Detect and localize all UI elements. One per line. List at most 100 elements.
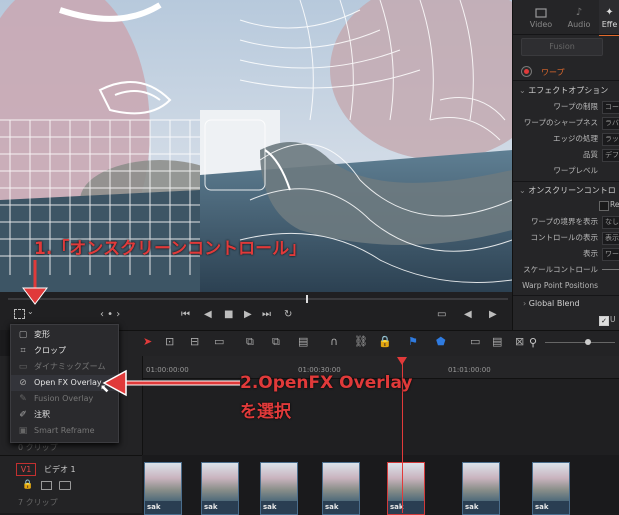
annotation-step1: 1.「オンスクリーンコントロール」	[34, 239, 307, 259]
zoom-full-icon[interactable]: ▭	[470, 335, 480, 348]
row-label: 品質	[583, 150, 598, 159]
clip-count-bottom: 7 クリップ	[18, 498, 58, 507]
annotation-step2-line2: を選択	[240, 402, 291, 422]
track-visibility-icon[interactable]	[59, 481, 71, 490]
onscreen-control-icon[interactable]	[14, 309, 25, 319]
row-value-field[interactable]: 表示	[602, 232, 619, 245]
chevron-down-icon[interactable]: ⌄	[27, 307, 34, 316]
tab-audio[interactable]: ♪ Audio	[561, 0, 597, 34]
clip-name: sak	[147, 503, 161, 511]
row-value-field[interactable]: ワー	[602, 248, 619, 261]
menu-item-label: Open FX Overlay	[34, 378, 102, 387]
next-edit-button[interactable]: ▶	[489, 309, 497, 320]
trim-tool-icon[interactable]: ⊡	[165, 335, 174, 348]
blade-tool-icon[interactable]: ▭	[214, 335, 224, 348]
clip-name: sak	[325, 503, 339, 511]
row-label: ワープのシャープネス	[523, 118, 598, 127]
timeline-clip-selected[interactable]: sak	[387, 462, 425, 515]
crop-icon: ⌗	[20, 346, 26, 356]
row-label: ワープレベル	[553, 166, 598, 175]
row-label: エッジの処理	[553, 134, 598, 143]
annotation-arrow-down	[22, 260, 48, 305]
selection-tool-icon[interactable]: ➤	[143, 335, 152, 348]
timeline-clip[interactable]: sak	[201, 462, 239, 515]
clip-name: sak	[263, 503, 277, 511]
viewer-scrubber[interactable]	[8, 295, 508, 303]
play-button[interactable]: ▶	[244, 309, 252, 320]
menu-item-transform[interactable]: ▢ 変形	[11, 327, 118, 343]
auto-select-icon[interactable]	[41, 481, 52, 490]
last-frame-button[interactable]: ⏭	[262, 309, 271, 320]
nav-dots-icon[interactable]: ‹ • ›	[100, 309, 120, 320]
insert-clip-icon[interactable]: ⧉	[246, 335, 254, 349]
zoom-slider[interactable]	[545, 339, 615, 345]
menu-item-crop[interactable]: ⌗ クロップ	[11, 343, 118, 359]
fusion-overlay-icon: ✎	[19, 394, 27, 404]
section-onscreen-controls[interactable]: ⌄ オンスクリーンコントロ	[519, 185, 616, 196]
openfx-overlay-icon: ⊘	[19, 378, 27, 388]
track-label-v1[interactable]: V1	[16, 463, 36, 476]
audio-icon: ♪	[575, 7, 583, 18]
flag-icon[interactable]: ⚑	[408, 335, 418, 348]
zoom-detail-icon[interactable]: ▤	[492, 335, 502, 348]
section-effect-options-label: エフェクトオプション	[528, 86, 609, 95]
row-label: 表示	[583, 249, 598, 258]
row-value-field[interactable]: ラッ	[602, 133, 619, 146]
re-checkbox[interactable]	[599, 201, 609, 211]
tab-audio-label: Audio	[567, 20, 591, 29]
row-label: コントロールの表示	[530, 233, 599, 242]
prev-edit-button[interactable]: ◀	[464, 309, 472, 320]
row-value-field[interactable]: コー	[602, 101, 619, 114]
inspector-panel: Video ♪ Audio ✦ Effe Fusion ワープ ⌄ エフェクトオ…	[512, 0, 619, 330]
loop-button[interactable]: ↻	[284, 309, 292, 320]
dynamic-zoom-icon: ▭	[18, 362, 28, 372]
match-frame-button[interactable]: ▭	[437, 309, 446, 320]
tab-effects[interactable]: ✦ Effe	[599, 0, 619, 36]
row-label: ワープの制限	[553, 102, 598, 111]
overwrite-clip-icon[interactable]: ⧉	[272, 335, 280, 349]
timeline-clip[interactable]: sak	[532, 462, 570, 515]
menu-item-smart-reframe[interactable]: ▣ Smart Reframe	[11, 423, 118, 439]
fusion-button[interactable]: Fusion	[521, 38, 603, 56]
timeline-clip[interactable]: sak	[260, 462, 298, 515]
row-value-field[interactable]: なし	[602, 216, 619, 229]
track-lock-icon[interactable]: 🔒	[22, 480, 33, 490]
dynamic-trim-icon[interactable]: ⊟	[190, 335, 199, 348]
replace-clip-icon[interactable]: ▤	[298, 335, 308, 348]
row-value-field[interactable]: デフ	[602, 149, 619, 162]
clip-name: sak	[204, 503, 218, 511]
menu-item-annotation[interactable]: ✐ 注釈	[11, 407, 118, 423]
section-onscreen-controls-label: オンスクリーンコントロ	[528, 186, 616, 195]
row-warp-level[interactable]: ワープレベル	[513, 164, 619, 178]
tab-video[interactable]: Video	[523, 0, 559, 34]
effect-enable-toggle[interactable]	[521, 66, 532, 77]
play-reverse-button[interactable]: ◀	[204, 309, 212, 320]
section-effect-options[interactable]: ⌄ エフェクトオプション	[519, 85, 608, 96]
zoom-search-icon[interactable]: ⚲	[529, 336, 537, 349]
marker-icon[interactable]: ⬟	[436, 335, 446, 348]
row-warp-point-positions[interactable]: Warp Point Positions	[513, 279, 619, 293]
tab-video-label: Video	[529, 20, 553, 29]
menu-item-label: クロップ	[34, 346, 66, 355]
effects-icon: ✦	[605, 7, 614, 18]
re-label: Re	[610, 200, 619, 209]
playhead-handle[interactable]	[397, 357, 407, 365]
snapping-icon[interactable]: ∩	[330, 335, 338, 348]
row-value-field[interactable]: ラバ	[602, 117, 619, 130]
zoom-custom-icon[interactable]: ⊠	[515, 335, 524, 348]
row-scale-control[interactable]: スケールコントロール	[513, 263, 619, 277]
timeline-clip[interactable]: sak	[144, 462, 182, 515]
scale-control-slider[interactable]	[602, 269, 619, 270]
first-frame-button[interactable]: ⏮	[181, 309, 190, 320]
menu-item-label: 変形	[34, 330, 50, 339]
position-lock-icon[interactable]: 🔒	[378, 335, 392, 348]
section-global-blend[interactable]: › Global Blend	[523, 299, 580, 308]
linked-selection-icon[interactable]: ⛓	[354, 335, 368, 348]
tab-effects-label: Effe	[601, 20, 618, 29]
u-checkbox[interactable]: ✓	[599, 316, 609, 326]
timeline-clip[interactable]: sak	[462, 462, 500, 515]
stop-button[interactable]: ■	[224, 309, 233, 320]
row-label: スケールコントロール	[523, 265, 598, 274]
timeline-clip[interactable]: sak	[322, 462, 360, 515]
menu-item-label: ダイナミックズーム	[34, 362, 106, 371]
